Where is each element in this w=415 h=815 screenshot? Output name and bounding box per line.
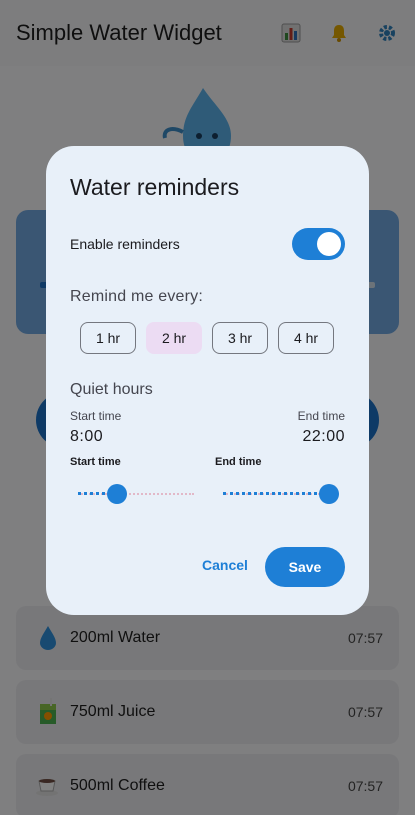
quiet-hours-label: Quiet hours [70,381,153,398]
toggle-thumb [317,232,341,256]
slider-thumb[interactable] [107,484,127,504]
interval-chips: 1 hr 2 hr 3 hr 4 hr [80,322,334,354]
start-time-slider[interactable] [78,484,194,504]
end-time-value: 22:00 [302,428,345,445]
start-slider-caption: Start time [70,456,121,468]
enable-reminders-toggle[interactable] [292,228,345,260]
end-time-caption: End time [297,409,345,423]
reminders-dialog: Water reminders Enable reminders Remind … [46,146,369,615]
interval-chip-1hr[interactable]: 1 hr [80,322,136,354]
enable-reminders-label: Enable reminders [70,236,180,252]
end-time-slider[interactable] [223,484,339,504]
cancel-button[interactable]: Cancel [202,557,248,577]
remind-every-label: Remind me every: [70,288,204,305]
start-time-value: 8:00 [70,428,104,445]
interval-chip-4hr[interactable]: 4 hr [278,322,334,354]
slider-track-active [223,492,329,495]
dialog-title: Water reminders [70,174,240,200]
save-button[interactable]: Save [265,547,345,587]
start-time-caption: Start time [70,409,122,423]
enable-reminders-row: Enable reminders [70,228,345,260]
slider-thumb[interactable] [319,484,339,504]
end-slider-caption: End time [215,456,262,468]
interval-chip-2hr[interactable]: 2 hr [146,322,202,354]
interval-chip-3hr[interactable]: 3 hr [212,322,268,354]
